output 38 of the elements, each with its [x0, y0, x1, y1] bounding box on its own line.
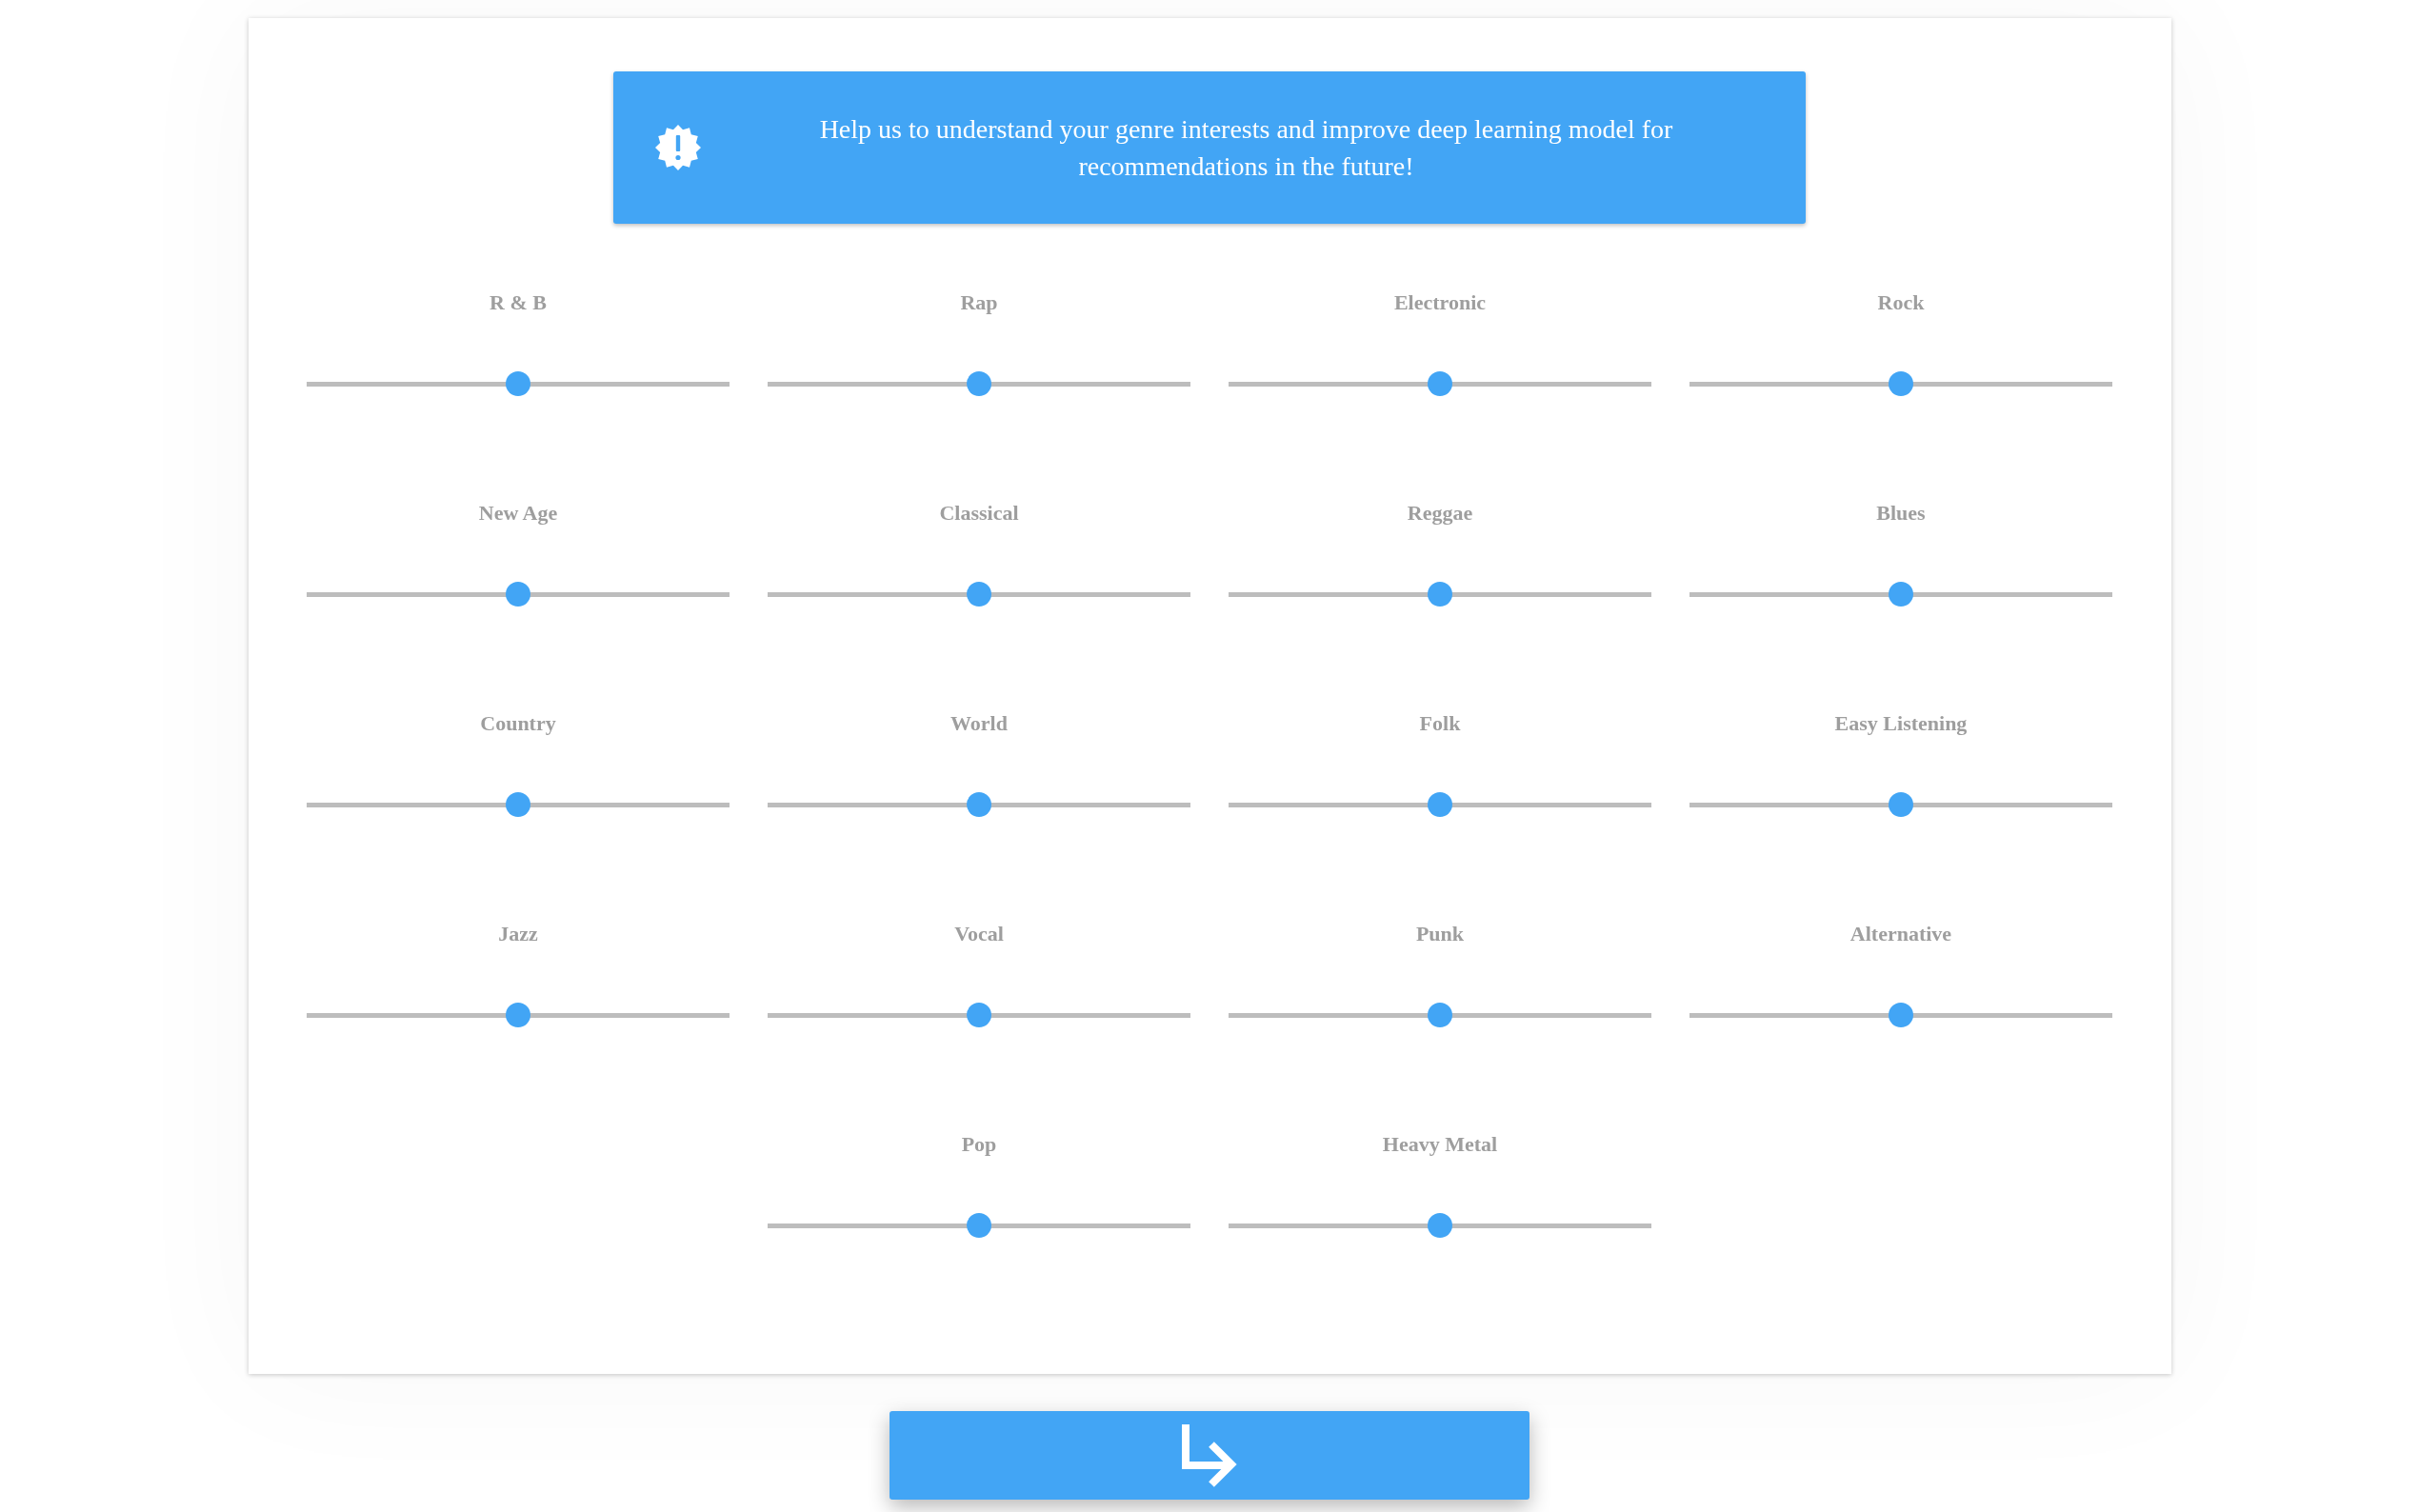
genre-label: New Age: [478, 500, 558, 527]
slider-thumb[interactable]: [506, 1003, 530, 1027]
genre-label: Blues: [1876, 500, 1926, 527]
slider-thumb[interactable]: [967, 371, 991, 396]
genre-label: Vocal: [954, 921, 1004, 947]
slider-thumb[interactable]: [1428, 371, 1452, 396]
slider-thumb[interactable]: [967, 1213, 991, 1238]
genre-label: Country: [480, 710, 556, 737]
slider-thumb[interactable]: [967, 582, 991, 607]
slider-thumb[interactable]: [1889, 371, 1913, 396]
genre-label: Electronic: [1393, 289, 1487, 316]
genre-label: Folk: [1419, 710, 1461, 737]
slider-thumb[interactable]: [967, 1003, 991, 1027]
slider-thumb[interactable]: [506, 792, 530, 817]
genre-label: Reggae: [1407, 500, 1473, 527]
genre-label: Easy Listening: [1834, 710, 1968, 737]
genre-label: Rock: [1877, 289, 1925, 316]
slider-thumb[interactable]: [1428, 582, 1452, 607]
genre-label: R & B: [490, 289, 547, 316]
genre-label: Jazz: [498, 921, 538, 947]
slider-thumb[interactable]: [1428, 792, 1452, 817]
slider-thumb[interactable]: [506, 582, 530, 607]
genre-label: Punk: [1415, 921, 1465, 947]
slider-thumb[interactable]: [1428, 1003, 1452, 1027]
slider-thumb[interactable]: [1889, 582, 1913, 607]
slider-thumb[interactable]: [506, 371, 530, 396]
genre-label: Classical: [939, 500, 1019, 527]
genre-label: Heavy Metal: [1382, 1131, 1498, 1158]
genre-label: Rap: [960, 289, 998, 316]
genre-label: Pop: [961, 1131, 997, 1158]
slider-thumb[interactable]: [1889, 1003, 1913, 1027]
banner-message: Help us to understand your genre interests and improve deep learning model for recommendations in the future!: [818, 113, 1674, 183]
slider-thumb[interactable]: [967, 792, 991, 817]
slider-thumb[interactable]: [1889, 792, 1913, 817]
alert-badge-icon: [655, 125, 701, 170]
genre-label: Alternative: [1849, 921, 1952, 947]
slider-thumb[interactable]: [1428, 1213, 1452, 1238]
genre-label: World: [950, 710, 1008, 737]
